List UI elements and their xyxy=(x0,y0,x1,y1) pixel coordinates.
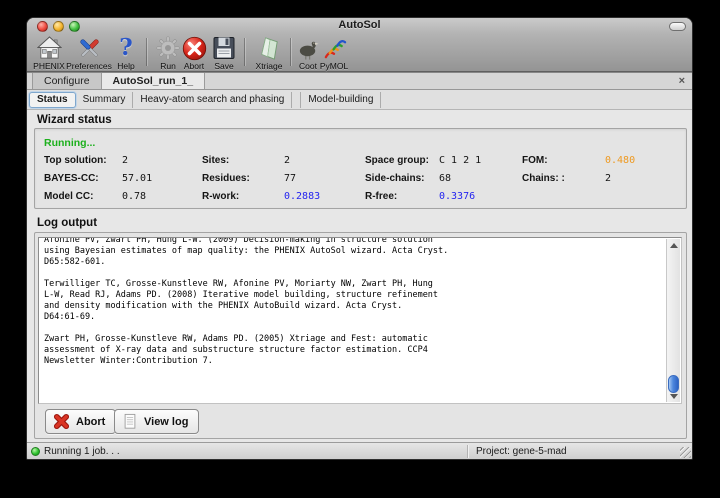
field-value: 2 xyxy=(605,173,686,184)
status-green-dot-icon xyxy=(31,447,40,456)
running-status-text: Running... xyxy=(44,137,686,149)
toolbar-abort-button[interactable]: Abort xyxy=(179,35,209,71)
toolbar-pymol-label: PyMOL xyxy=(320,61,348,71)
xtriage-crystal-icon xyxy=(256,35,282,61)
window-title: AutoSol xyxy=(27,19,692,31)
document-icon xyxy=(122,413,138,430)
tab-close-icon[interactable]: × xyxy=(679,74,685,88)
field-label: Model CC: xyxy=(44,191,122,202)
toolbar-phenix-label: PHENIX xyxy=(33,61,65,71)
field-value: 2 xyxy=(284,155,365,166)
toolbar-help-label: Help xyxy=(117,61,134,71)
toolbar-run-button[interactable]: Run xyxy=(154,35,182,71)
tab-configure-label: Configure xyxy=(44,75,90,87)
tab-configure[interactable]: Configure xyxy=(32,72,102,89)
tab-strip: Configure AutoSol_run_1_ × xyxy=(27,72,692,90)
field-value: C 1 2 1 xyxy=(439,155,522,166)
field-value: 68 xyxy=(439,173,522,184)
toolbar-separator xyxy=(146,38,147,66)
wizard-status-panel: Running... Top solution: 2 Sites: 2 Spac… xyxy=(34,128,687,209)
subtab-bar: Status Summary Heavy-atom search and pha… xyxy=(27,90,692,110)
log-output-heading: Log output xyxy=(37,217,97,229)
abort-button[interactable]: Abort xyxy=(45,409,116,434)
view-log-button-label: View log xyxy=(144,416,188,428)
status-bar-divider xyxy=(467,445,468,458)
subtab-summary[interactable]: Summary xyxy=(76,92,134,108)
phenix-home-icon xyxy=(36,35,62,61)
log-text: Afonine PV, Zwart PH, Hung L-W. (2009) D… xyxy=(44,237,661,367)
toolbar-separator xyxy=(244,38,245,66)
toolbar-save-label: Save xyxy=(214,61,233,71)
field-label: Space group: xyxy=(365,155,439,166)
field-label: Chains: : xyxy=(522,173,605,184)
wizard-metrics-grid: Top solution: 2 Sites: 2 Space group: C … xyxy=(44,155,686,202)
subtab-status-label: Status xyxy=(37,94,68,105)
field-label: Side-chains: xyxy=(365,173,439,184)
autosol-window: AutoSol PHENIX xyxy=(26,17,693,460)
run-gear-icon xyxy=(155,35,181,61)
wizard-status-heading: Wizard status xyxy=(37,114,112,126)
tab-autosol-run-1[interactable]: AutoSol_run_1_ xyxy=(102,72,206,89)
field-value: 2 xyxy=(122,155,202,166)
field-label: FOM: xyxy=(522,155,605,166)
toolbar-help-button[interactable]: ? Help xyxy=(113,35,139,71)
field-value: 0.78 xyxy=(122,191,202,202)
toolbar-preferences-button[interactable]: Preferences xyxy=(63,35,115,71)
tab-autosol-run-1-label: AutoSol_run_1_ xyxy=(113,75,194,87)
preferences-tools-icon xyxy=(76,35,102,61)
field-value-rfree: 0.3376 xyxy=(439,191,522,202)
scroll-down-arrow[interactable] xyxy=(667,393,680,401)
resize-grip[interactable] xyxy=(680,447,691,458)
log-output-panel: Afonine PV, Zwart PH, Hung L-W. (2009) D… xyxy=(34,232,687,439)
subtab-heavy-atom[interactable]: Heavy-atom search and phasing xyxy=(133,92,292,108)
save-floppy-icon xyxy=(211,35,237,61)
field-label: R-free: xyxy=(365,191,439,202)
field-label: R-work: xyxy=(202,191,284,202)
scrollbar-thumb[interactable] xyxy=(668,375,679,393)
abort-stop-icon xyxy=(181,35,207,61)
toolbar-save-button[interactable]: Save xyxy=(210,35,238,71)
field-label: BAYES-CC: xyxy=(44,173,122,184)
toolbar-preferences-label: Preferences xyxy=(66,61,112,71)
abort-x-icon xyxy=(53,413,70,430)
toolbar-pymol-button[interactable]: PyMOL xyxy=(318,35,350,71)
scroll-up-arrow[interactable] xyxy=(667,241,680,251)
toolbar-coot-label: Coot xyxy=(299,61,317,71)
subtab-summary-label: Summary xyxy=(83,94,126,105)
main-toolbar: PHENIX Preferences ? Help xyxy=(27,34,692,72)
subtab-status[interactable]: Status xyxy=(29,92,76,108)
field-value-fom: 0.480 xyxy=(605,155,686,166)
help-question-icon: ? xyxy=(113,35,139,61)
toolbar-abort-label: Abort xyxy=(184,61,204,71)
field-label: Top solution: xyxy=(44,155,122,166)
subtab-model-building[interactable]: Model-building xyxy=(300,92,381,108)
field-value-rwork: 0.2883 xyxy=(284,191,365,202)
toolbar-xtriage-label: Xtriage xyxy=(256,61,283,71)
field-value: 57.01 xyxy=(122,173,202,184)
status-project-text: Project: gene-5-mad xyxy=(476,446,567,457)
field-label: Residues: xyxy=(202,173,284,184)
status-bar: Running 1 job. . . Project: gene-5-mad xyxy=(27,442,692,459)
toolbar-xtriage-button[interactable]: Xtriage xyxy=(251,35,287,71)
log-scrollbar[interactable] xyxy=(666,239,680,402)
view-log-button[interactable]: View log xyxy=(114,409,199,434)
field-label: Sites: xyxy=(202,155,284,166)
title-bar[interactable]: AutoSol xyxy=(27,18,692,34)
abort-button-label: Abort xyxy=(76,416,105,428)
toolbar-run-label: Run xyxy=(160,61,176,71)
log-text-area[interactable]: Afonine PV, Zwart PH, Hung L-W. (2009) D… xyxy=(38,237,682,404)
field-value: 77 xyxy=(284,173,365,184)
pymol-ribbon-icon xyxy=(321,35,347,61)
subtab-heavy-atom-label: Heavy-atom search and phasing xyxy=(140,94,284,105)
toolbar-toggle-pill[interactable] xyxy=(669,22,686,31)
toolbar-separator xyxy=(290,38,291,66)
subtab-model-building-label: Model-building xyxy=(308,94,373,105)
status-running-text: Running 1 job. . . xyxy=(44,446,120,457)
